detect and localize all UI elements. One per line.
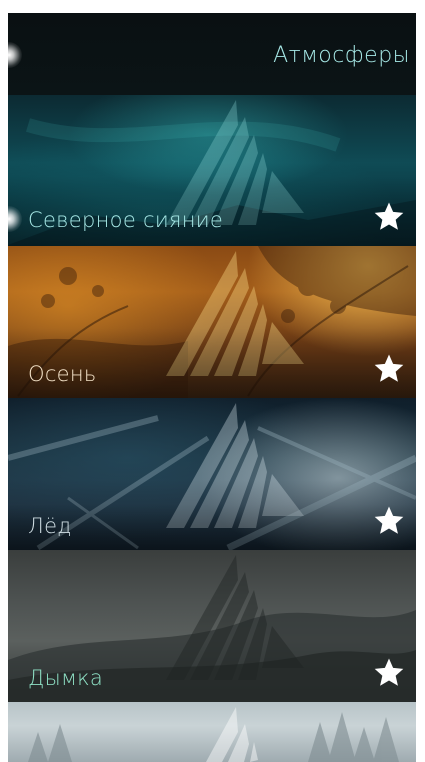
ambience-name: Дымка bbox=[28, 666, 104, 690]
favorite-star-icon[interactable] bbox=[372, 504, 406, 538]
ambience-name: Осень bbox=[28, 362, 97, 386]
sailfish-logo-icon bbox=[166, 403, 304, 528]
sailfish-logo-icon bbox=[166, 555, 304, 680]
page-header: Атмосферы bbox=[8, 13, 416, 95]
ambience-item-haze[interactable]: Дымка bbox=[8, 550, 416, 702]
ambience-name: Лёд bbox=[28, 514, 72, 538]
favorite-star-icon[interactable] bbox=[372, 656, 406, 690]
ambience-name: Северное сияние bbox=[28, 208, 224, 232]
favorite-star-icon[interactable] bbox=[372, 352, 406, 386]
ambience-list-screen: Атмосферы Северное сияние Осень Лёд Дымк… bbox=[8, 13, 416, 762]
ambience-item-autumn[interactable]: Осень bbox=[8, 246, 416, 398]
ambience-item-partial[interactable] bbox=[8, 702, 416, 762]
favorite-star-icon[interactable] bbox=[372, 200, 406, 234]
ambience-item-ice[interactable]: Лёд bbox=[8, 398, 416, 550]
ambience-item-aurora[interactable]: Северное сияние bbox=[8, 95, 416, 246]
sailfish-logo-icon bbox=[166, 251, 304, 376]
page-title: Атмосферы bbox=[273, 43, 410, 68]
sailfish-logo-icon bbox=[206, 707, 258, 762]
